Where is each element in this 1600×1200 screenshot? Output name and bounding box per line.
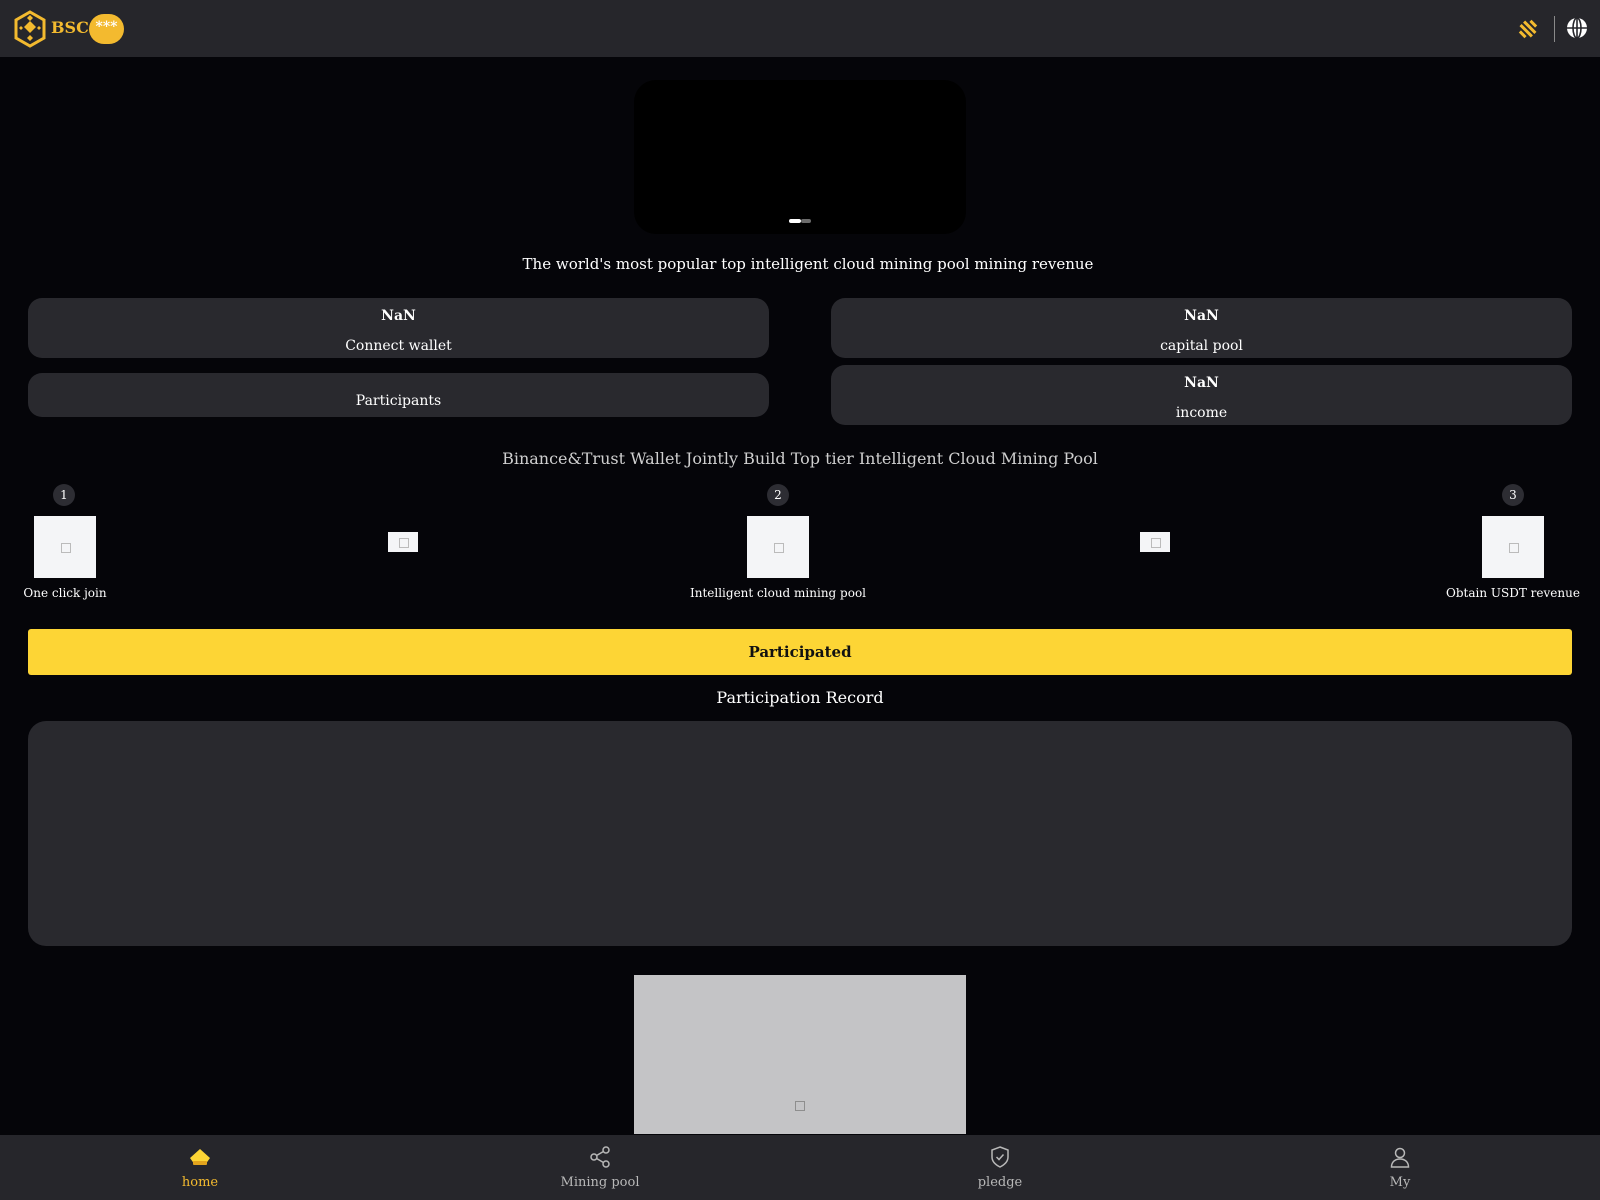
nav-item-my[interactable]: My xyxy=(1300,1135,1500,1200)
stat-label: capital pool xyxy=(1160,338,1243,354)
promo-image-placeholder xyxy=(634,975,966,1134)
stat-value: NaN xyxy=(1184,375,1219,391)
binance-icon[interactable] xyxy=(1515,16,1541,42)
stat-value: NaN xyxy=(381,308,416,324)
stat-label: Participants xyxy=(355,393,442,409)
step-arrow-image xyxy=(388,532,418,552)
user-icon xyxy=(1390,1147,1410,1168)
step-label: Obtain USDT revenue xyxy=(1446,586,1580,600)
brand-name: BSC xyxy=(51,18,89,37)
nav-label: pledge xyxy=(977,1175,1023,1190)
nav-item-home[interactable]: home xyxy=(100,1135,300,1200)
home-icon xyxy=(190,1149,210,1165)
nav-label: My xyxy=(1389,1175,1411,1190)
step-image-placeholder xyxy=(747,516,809,578)
stat-card-connect-wallet[interactable]: NaN Connect wallet xyxy=(28,298,769,358)
stat-label: Connect wallet xyxy=(345,338,452,354)
step-label: One click join xyxy=(23,586,107,600)
step-image-placeholder xyxy=(1482,516,1544,578)
broken-image-icon xyxy=(795,1101,805,1111)
nav-item-pledge[interactable]: pledge xyxy=(900,1135,1100,1200)
step-label: Intelligent cloud mining pool xyxy=(689,586,867,600)
nav-label: Mining pool xyxy=(560,1175,640,1190)
step-number: 2 xyxy=(767,484,789,506)
top-header: BSC *** xyxy=(0,0,1600,57)
stat-card-income: NaN income xyxy=(831,365,1572,425)
stat-card-capital-pool: NaN capital pool xyxy=(831,298,1572,358)
bottom-nav: home Mining pool pledge My xyxy=(0,1135,1600,1200)
header-divider xyxy=(1554,16,1555,42)
wallet-address-badge[interactable]: *** xyxy=(89,14,124,44)
participation-record-title: Participation Record xyxy=(716,688,884,707)
stat-value: NaN xyxy=(1184,308,1219,324)
step-number: 1 xyxy=(53,484,75,506)
tagline: The world's most popular top intelligent… xyxy=(522,255,1094,273)
step-arrow-image xyxy=(1140,532,1170,552)
participated-button[interactable]: Participated xyxy=(28,629,1572,675)
step-number: 3 xyxy=(1502,484,1524,506)
stat-card-participants: Participants xyxy=(28,373,769,417)
stat-label: income xyxy=(1175,405,1228,421)
carousel-dot-active[interactable] xyxy=(789,219,801,223)
participation-record-list[interactable] xyxy=(28,721,1572,946)
shield-icon xyxy=(991,1146,1009,1168)
globe-icon[interactable] xyxy=(1565,16,1589,40)
step-image-placeholder xyxy=(34,516,96,578)
nav-label: home xyxy=(181,1175,219,1190)
share-icon xyxy=(590,1146,610,1168)
bnb-logo-icon[interactable] xyxy=(13,10,47,48)
nav-item-mining-pool[interactable]: Mining pool xyxy=(500,1135,700,1200)
banner-carousel[interactable] xyxy=(634,80,966,234)
section-title: Binance&Trust Wallet Jointly Build Top t… xyxy=(502,449,1098,468)
carousel-dot[interactable] xyxy=(801,219,811,223)
